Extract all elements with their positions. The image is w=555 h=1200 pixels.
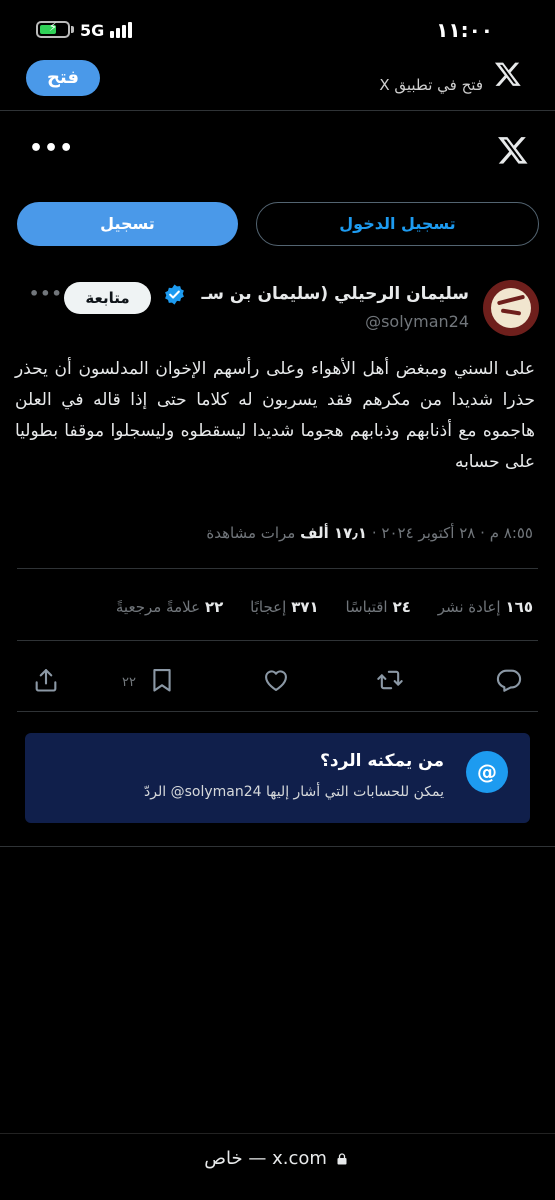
follow-button[interactable]: متابعة [64,282,151,314]
url-domain: x.com [272,1148,327,1169]
divider [17,640,538,641]
bookmarks-stat[interactable]: ٢٢علامةً مرجعيةً [116,598,223,616]
bookmark-icon[interactable] [148,666,176,700]
share-icon[interactable] [32,666,60,700]
status-bar: ⚡ 5G ١١:٠٠ [0,0,555,60]
signup-button[interactable]: تسجيل [17,202,238,246]
reply-restriction-title: من يمكنه الرد؟ [320,751,444,771]
at-sign-icon: @ [466,751,508,793]
divider [17,711,538,712]
open-in-app-text: فتح في تطبيق X [379,76,483,94]
login-button[interactable]: تسجيل الدخول [256,202,539,246]
verified-badge-icon [165,284,184,305]
battery-icon: ⚡ [36,20,70,38]
tweet-more-options-icon[interactable]: ••• [29,284,63,303]
reply-restriction-card: @ من يمكنه الرد؟ يمكن للحسابات التي أشار… [25,733,530,823]
open-app-button[interactable]: فتح [26,60,100,96]
open-in-app-banner: فتح فتح في تطبيق X [0,58,555,110]
views-label: مرات مشاهدة [206,524,296,542]
tweet-meta: ٨:٥٥ م · ٢٨ أكتوبر ٢٠٢٤ · ١٧٫١ ألف مرات … [206,524,533,542]
divider [0,110,555,111]
x-logo-icon[interactable] [497,134,529,166]
tweet-actions: ٢٢ [0,666,555,700]
tweet-text: على السني ومبغض أهل الأهواء وعلى رأسهم ا… [15,359,535,472]
divider [0,846,555,847]
bookmark-count: ٢٢ [122,675,136,690]
retweets-stat[interactable]: ١٦٥إعادة نشر [438,598,533,616]
like-icon[interactable] [262,666,290,700]
tweet-date[interactable]: ٢٨ أكتوبر ٢٠٢٤ [381,524,475,542]
quotes-stat[interactable]: ٢٤اقتباسًا [346,598,411,616]
author-display-name[interactable]: سليمان الرحيلي (سليمان بن سـ [201,284,469,304]
url-separator: — [248,1148,267,1169]
url-display[interactable]: خاص — x.com [0,1148,555,1169]
browsing-mode: خاص [204,1148,243,1169]
meta-separator: · [371,524,377,542]
divider [17,568,538,569]
avatar[interactable] [483,280,539,336]
author-username[interactable]: @solyman24 [365,312,469,331]
retweet-icon[interactable] [376,666,404,700]
meta-separator: · [480,524,485,542]
likes-stat[interactable]: ٣٧١إعجابًا [250,598,319,616]
tweet-stats: ١٦٥إعادة نشر ٢٤اقتباسًا ٣٧١إعجابًا ٢٢علا… [94,598,533,616]
signal-icon [110,21,134,38]
lock-icon [337,1153,347,1165]
x-logo-icon [494,62,521,86]
network-type: 5G [80,21,105,40]
clock: ١١:٠٠ [436,18,493,42]
tweet-time[interactable]: ٨:٥٥ م [490,524,533,542]
views-count: ١٧٫١ ألف [300,524,368,542]
browser-url-bar[interactable]: خاص — x.com [0,1133,555,1200]
reply-icon[interactable] [495,666,523,700]
reply-restriction-description: يمكن للحسابات التي أشار إليها solyman24@… [144,784,444,800]
more-options-icon[interactable]: ••• [29,136,74,161]
